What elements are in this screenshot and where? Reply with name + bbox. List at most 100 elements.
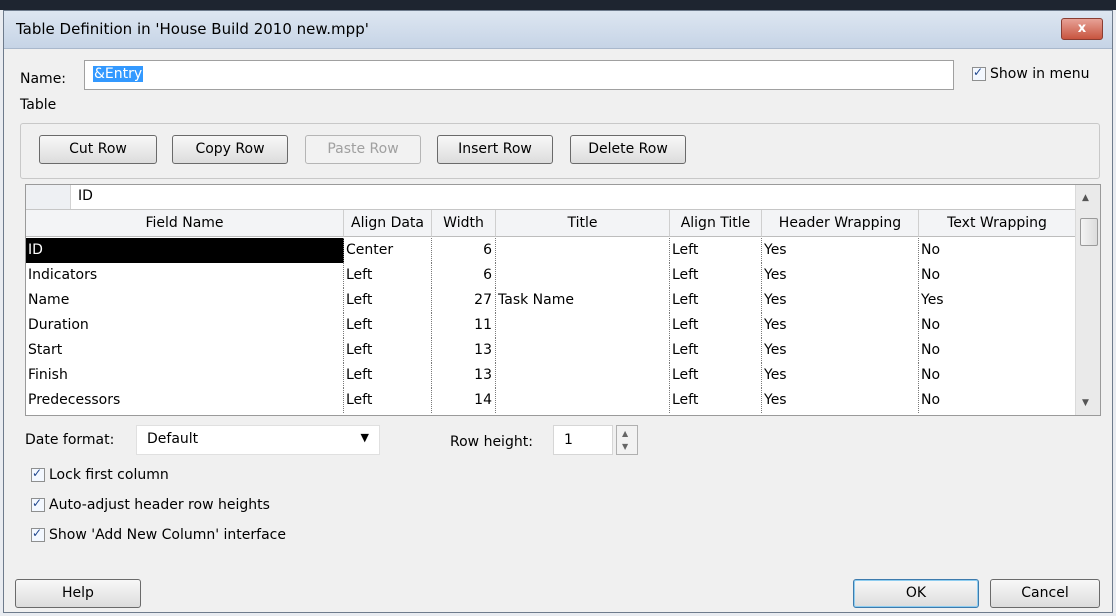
cell-align-data[interactable]: Left — [344, 338, 432, 363]
table-row[interactable]: Predecessors Left 14 Left Yes No — [26, 388, 1076, 413]
cell-text-wrapping[interactable]: No — [919, 363, 1076, 388]
cell-align-data[interactable]: Left — [344, 313, 432, 338]
cell-field[interactable]: Predecessors — [26, 388, 344, 413]
cell-header-wrapping[interactable]: Yes — [762, 263, 919, 288]
close-button[interactable]: x — [1061, 18, 1103, 40]
column-header-align-title[interactable]: Align Title — [670, 210, 762, 237]
cell-text-wrapping[interactable]: No — [919, 338, 1076, 363]
show-in-menu-checkbox[interactable]: Show in menu — [972, 65, 1090, 82]
table-row[interactable]: Indicators Left 6 Left Yes No — [26, 263, 1076, 288]
table-section-label: Table — [20, 97, 57, 113]
grid-edit-bar: ID — [26, 185, 1076, 210]
cell-title[interactable] — [496, 363, 670, 388]
cell-header-wrapping[interactable]: Yes — [762, 238, 919, 263]
cell-width[interactable]: 13 — [432, 338, 496, 363]
cut-row-button[interactable]: Cut Row — [39, 135, 157, 164]
cell-field[interactable]: Finish — [26, 363, 344, 388]
cell-header-wrapping[interactable]: Yes — [762, 313, 919, 338]
cell-header-wrapping[interactable]: Yes — [762, 288, 919, 313]
cell-align-data[interactable]: Left — [344, 363, 432, 388]
table-row[interactable]: Name Left 27 Task Name Left Yes Yes — [26, 288, 1076, 313]
cell-field[interactable]: Start — [26, 338, 344, 363]
cell-title[interactable] — [496, 263, 670, 288]
cell-width[interactable]: 14 — [432, 388, 496, 413]
cell-title[interactable] — [496, 388, 670, 413]
column-header-title[interactable]: Title — [496, 210, 670, 237]
title-bar: Table Definition in 'House Build 2010 ne… — [4, 11, 1112, 49]
cell-align-title[interactable]: Left — [670, 313, 762, 338]
scroll-down-icon[interactable]: ▼ — [1082, 398, 1089, 408]
cell-field[interactable]: ID — [26, 238, 344, 263]
cell-header-wrapping[interactable]: Yes — [762, 388, 919, 413]
cell-text-wrapping[interactable]: Yes — [919, 288, 1076, 313]
cell-title[interactable] — [496, 338, 670, 363]
cell-align-data[interactable]: Left — [344, 388, 432, 413]
spin-down-icon[interactable]: ▼ — [622, 442, 628, 451]
scroll-up-icon[interactable]: ▲ — [1082, 193, 1089, 203]
help-button[interactable]: Help — [15, 579, 141, 608]
cell-header-wrapping[interactable]: Yes — [762, 338, 919, 363]
date-format-dropdown[interactable]: Default ▼ — [136, 425, 380, 455]
cell-title[interactable] — [496, 313, 670, 338]
field-grid[interactable]: ID Field Name Align Data Width Title Ali… — [25, 184, 1101, 416]
cell-align-title[interactable]: Left — [670, 363, 762, 388]
column-header-header-wrapping[interactable]: Header Wrapping — [762, 210, 919, 237]
row-height-spinner[interactable]: ▲ ▼ — [616, 425, 638, 455]
cell-field[interactable]: Indicators — [26, 263, 344, 288]
table-row[interactable]: Duration Left 11 Left Yes No — [26, 313, 1076, 338]
cell-field[interactable]: Duration — [26, 313, 344, 338]
column-header-text-wrapping[interactable]: Text Wrapping — [919, 210, 1076, 237]
grid-scrollbar[interactable]: ▲ ▼ — [1075, 185, 1100, 415]
cell-text-wrapping[interactable]: No — [919, 263, 1076, 288]
option-label: Lock first column — [49, 467, 169, 483]
cell-text-wrapping[interactable]: No — [919, 313, 1076, 338]
show-in-menu-label: Show in menu — [990, 66, 1090, 82]
table-row[interactable]: Start Left 13 Left Yes No — [26, 338, 1076, 363]
cell-align-title[interactable]: Left — [670, 263, 762, 288]
lock-first-column-checkbox[interactable]: Lock first column — [31, 466, 169, 483]
column-header-align-data[interactable]: Align Data — [344, 210, 432, 237]
column-header-width[interactable]: Width — [432, 210, 496, 237]
row-height-value: 1 — [564, 432, 573, 448]
row-height-input[interactable]: 1 — [553, 425, 613, 455]
option-label: Auto-adjust header row heights — [49, 497, 270, 513]
cell-header-wrapping[interactable]: Yes — [762, 363, 919, 388]
name-input[interactable]: &Entry — [84, 60, 954, 90]
table-row[interactable]: Finish Left 13 Left Yes No — [26, 363, 1076, 388]
insert-row-button[interactable]: Insert Row — [437, 135, 553, 164]
cell-text-wrapping[interactable]: No — [919, 388, 1076, 413]
show-add-new-column-checkbox[interactable]: Show 'Add New Column' interface — [31, 526, 286, 543]
cell-width[interactable]: 11 — [432, 313, 496, 338]
cell-field[interactable]: Name — [26, 288, 344, 313]
auto-adjust-header-checkbox[interactable]: Auto-adjust header row heights — [31, 496, 270, 513]
cell-align-data[interactable]: Left — [344, 288, 432, 313]
cell-width[interactable]: 27 — [432, 288, 496, 313]
cell-width[interactable]: 13 — [432, 363, 496, 388]
paste-row-button[interactable]: Paste Row — [305, 135, 421, 164]
spin-up-icon[interactable]: ▲ — [622, 429, 628, 438]
window-frame-top — [0, 0, 1116, 10]
cell-align-data[interactable]: Center — [344, 238, 432, 263]
cell-align-title[interactable]: Left — [670, 238, 762, 263]
table-definition-dialog: Table Definition in 'House Build 2010 ne… — [3, 10, 1113, 613]
scroll-thumb[interactable] — [1080, 218, 1098, 246]
cell-text-wrapping[interactable]: No — [919, 238, 1076, 263]
ok-button[interactable]: OK — [853, 579, 979, 608]
cell-title[interactable] — [496, 238, 670, 263]
checkmark-icon — [31, 496, 45, 512]
cancel-button[interactable]: Cancel — [990, 579, 1100, 608]
name-label: Name: — [20, 71, 67, 87]
delete-row-button[interactable]: Delete Row — [570, 135, 686, 164]
cell-width[interactable]: 6 — [432, 238, 496, 263]
grid-edit-input[interactable]: ID — [78, 188, 93, 204]
cell-width[interactable]: 6 — [432, 263, 496, 288]
column-header-field-name[interactable]: Field Name — [26, 210, 344, 237]
cell-align-title[interactable]: Left — [670, 388, 762, 413]
copy-row-button[interactable]: Copy Row — [172, 135, 288, 164]
table-row[interactable]: ID Center 6 Left Yes No — [26, 238, 1076, 263]
checkmark-icon — [31, 466, 45, 482]
cell-align-title[interactable]: Left — [670, 288, 762, 313]
cell-align-data[interactable]: Left — [344, 263, 432, 288]
cell-align-title[interactable]: Left — [670, 338, 762, 363]
cell-title[interactable]: Task Name — [496, 288, 670, 313]
